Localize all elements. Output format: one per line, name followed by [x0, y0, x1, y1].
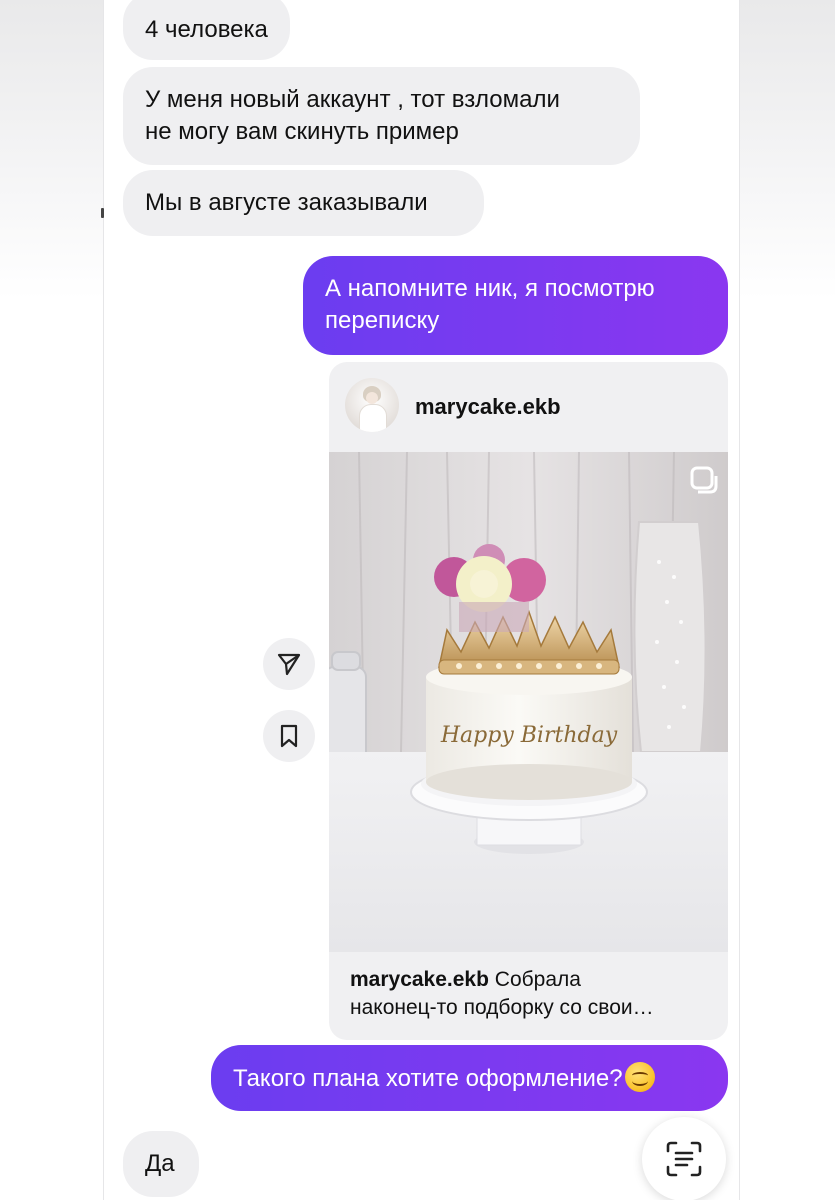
message-received[interactable]: У меня новый аккаунт , тот взломали не м…: [123, 67, 640, 165]
message-text: У меня новый аккаунт , тот взломали: [145, 86, 560, 113]
message-received[interactable]: Мы в августе заказывали: [123, 170, 484, 236]
smiling-face-emoji: [624, 1062, 655, 1092]
message-text: А напомните ник, я посмотрю: [325, 275, 655, 302]
message-text: Да: [145, 1150, 175, 1177]
post-caption: marycake.ekb Собрала наконец-то подборку…: [350, 966, 720, 1022]
message-text: 4 человека: [145, 16, 268, 43]
post-header[interactable]: marycake.ekb: [329, 362, 728, 452]
bookmark-icon: [280, 724, 298, 748]
message-sent[interactable]: А напомните ник, я посмотрю переписку: [303, 256, 728, 355]
message-received[interactable]: 4 человека: [123, 0, 290, 60]
message-text: переписку: [325, 307, 440, 334]
caption-text: наконец-то подборку со свои…: [350, 996, 654, 1019]
share-button[interactable]: [263, 638, 315, 690]
side-marker: [101, 208, 104, 218]
avatar[interactable]: [345, 378, 399, 432]
shared-post[interactable]: marycake.ekb Happy Birthday marycake.ekb…: [329, 362, 728, 1040]
chat-screen: 4 человека У меня новый аккаунт , тот вз…: [0, 0, 835, 1200]
message-text: Мы в августе заказывали: [145, 189, 428, 216]
caption-username[interactable]: marycake.ekb: [350, 968, 489, 991]
save-button[interactable]: [263, 710, 315, 762]
message-sent[interactable]: Такого плана хотите оформление?: [211, 1045, 728, 1111]
text-scan-icon: [666, 1141, 702, 1177]
post-username[interactable]: marycake.ekb: [415, 392, 561, 422]
post-image[interactable]: Happy Birthday: [329, 452, 728, 952]
text-scan-button[interactable]: [642, 1117, 726, 1200]
message-text: Такого плана хотите оформление?: [233, 1065, 623, 1092]
caption-text: Собрала: [488, 968, 581, 991]
message-text: не могу вам скинуть пример: [145, 118, 459, 145]
cake-topper-text: Happy Birthday: [440, 723, 618, 748]
message-received[interactable]: Да: [123, 1131, 199, 1197]
send-icon: [277, 653, 301, 676]
